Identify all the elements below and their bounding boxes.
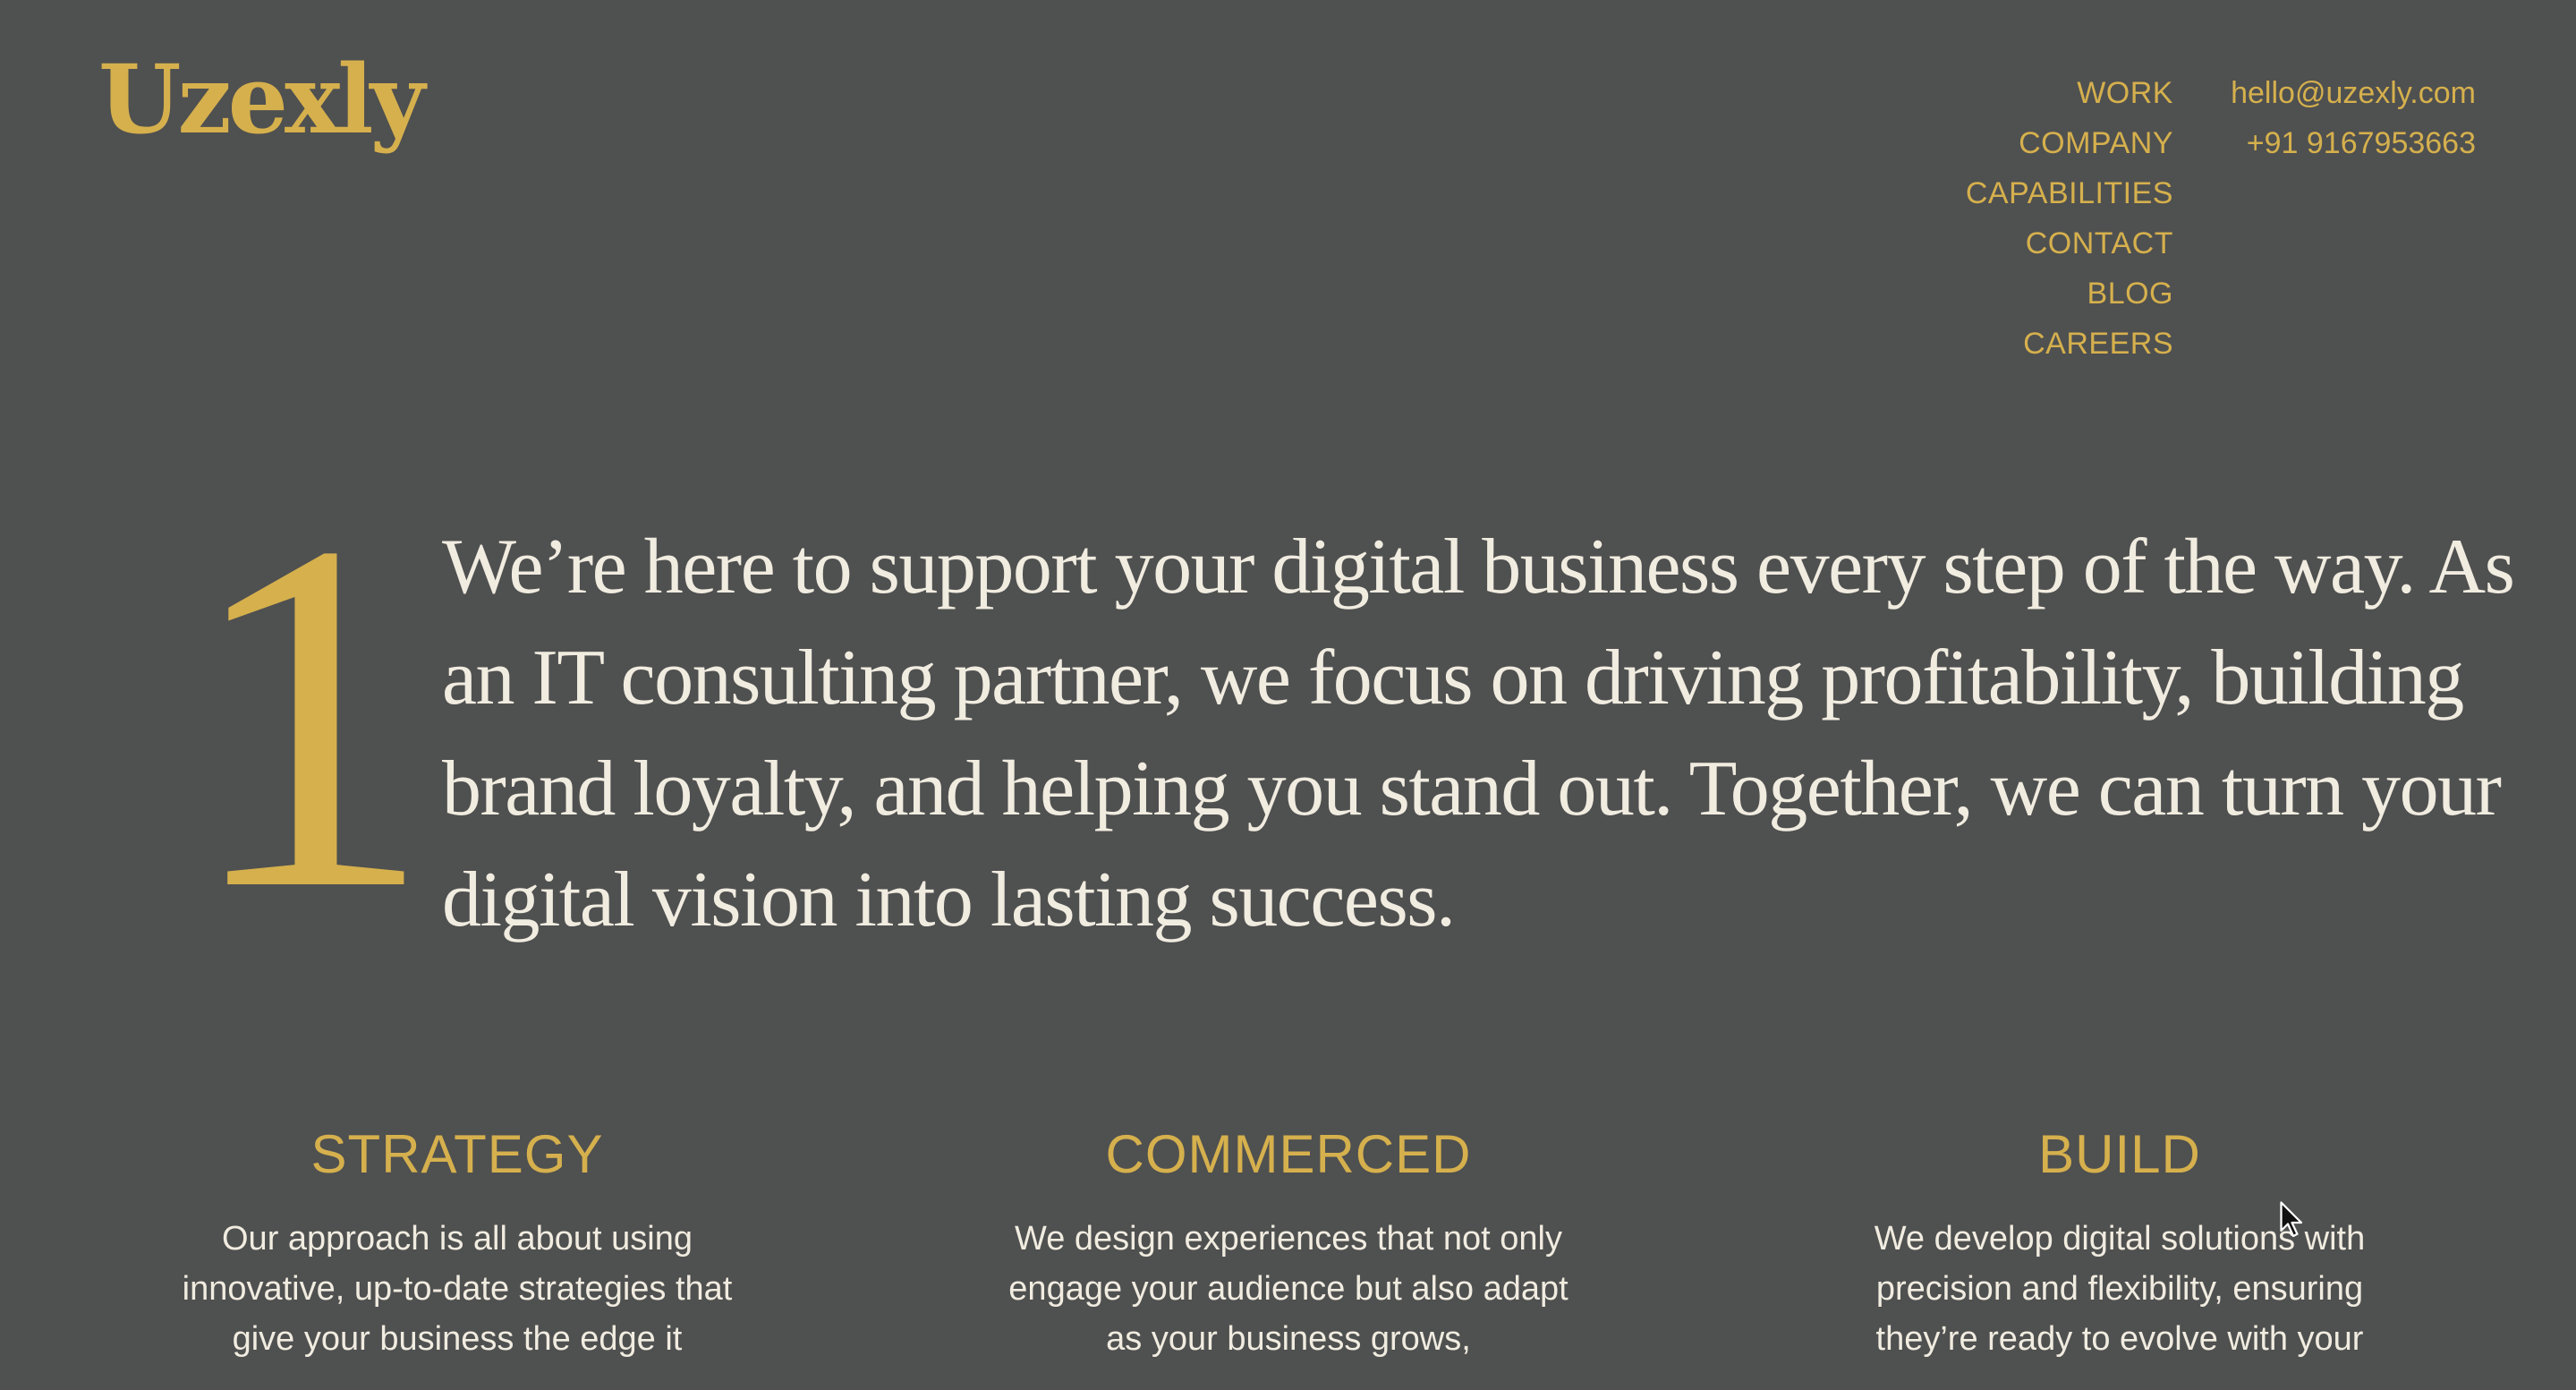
service-title: STRATEGY	[310, 1124, 604, 1184]
service-title: BUILD	[2038, 1124, 2201, 1184]
phone-link[interactable]: +91 9167953663	[2231, 118, 2476, 168]
contact-info: hello@uzexly.com +91 9167953663	[2231, 68, 2476, 168]
intro-dropcap: 1	[183, 439, 434, 993]
mouse-pointer-icon	[2280, 1201, 2303, 1238]
email-link[interactable]: hello@uzexly.com	[2231, 68, 2476, 118]
service-description: We develop digital solutions with precis…	[1874, 1220, 2366, 1358]
nav-item-capabilities[interactable]: CAPABILITIES	[1966, 168, 2173, 218]
nav-item-company[interactable]: COMPANY	[1966, 118, 2173, 168]
nav-item-careers[interactable]: CAREERS	[1966, 319, 2173, 369]
nav-item-blog[interactable]: BLOG	[1966, 269, 2173, 319]
nav-item-contact[interactable]: CONTACT	[1966, 218, 2173, 269]
brand-logo[interactable]: Uzexly	[98, 52, 425, 147]
intro-text: We’re here to support your digital busin…	[442, 524, 2515, 943]
service-strategy: STRATEGY Our approach is all about using…	[171, 1119, 744, 1364]
service-description: We design experiences that not only enga…	[1008, 1220, 1569, 1358]
nav-item-work[interactable]: WORK	[1966, 68, 2173, 118]
service-build: BUILD We develop digital solutions with …	[1833, 1119, 2406, 1364]
main-nav: WORK COMPANY CAPABILITIES CONTACT BLOG C…	[1966, 68, 2173, 369]
service-title: COMMERCED	[1105, 1124, 1472, 1184]
service-commerced: COMMERCED We design experiences that not…	[1002, 1119, 1575, 1364]
service-description: Our approach is all about using innovati…	[182, 1220, 733, 1358]
